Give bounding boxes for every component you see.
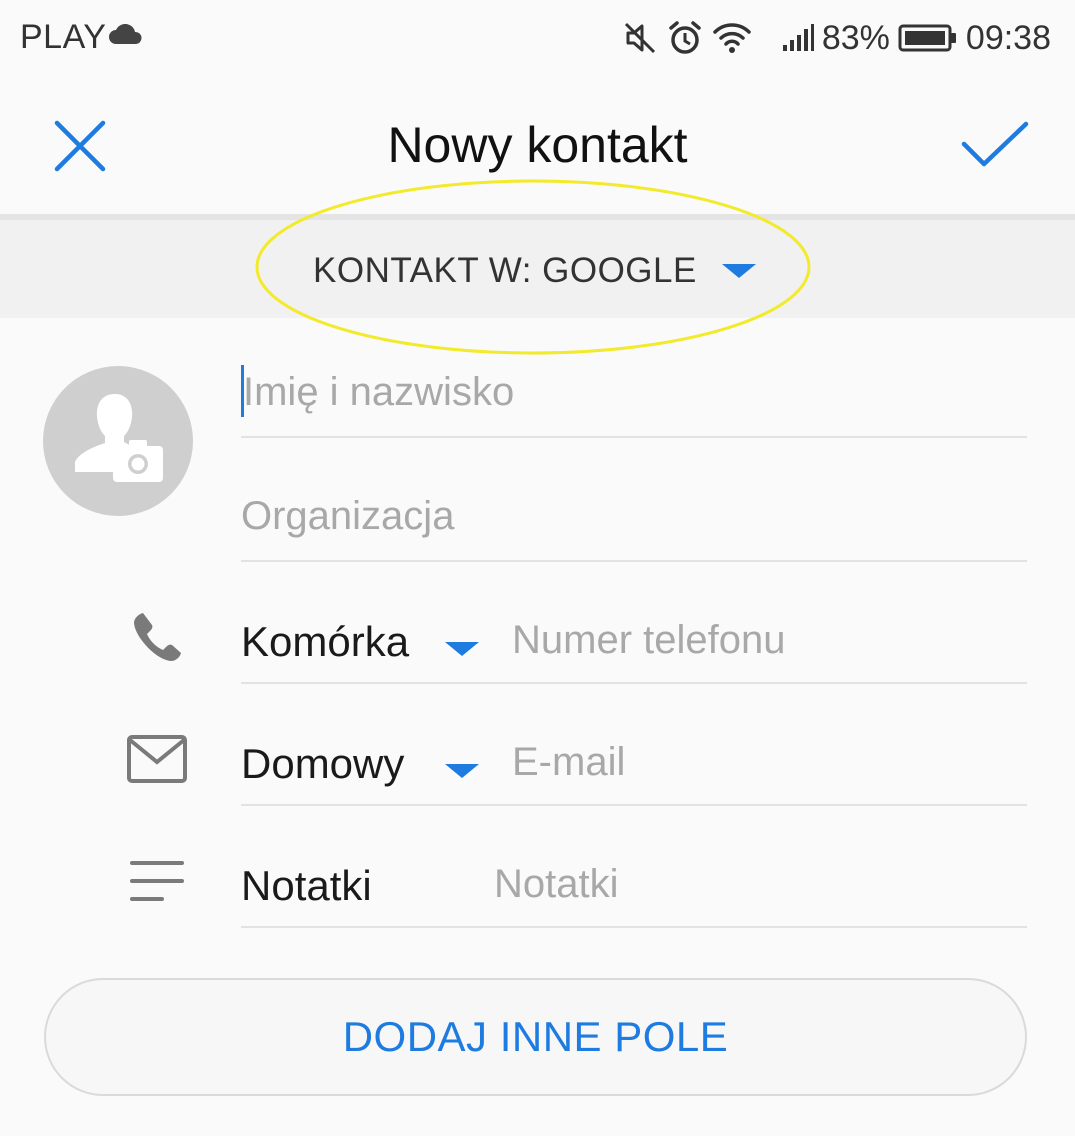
email-row: Domowy (241, 724, 1027, 806)
avatar[interactable] (43, 366, 193, 516)
chevron-down-icon[interactable] (445, 642, 479, 663)
app-bar: Nowy kontakt (0, 78, 1075, 216)
battery-percent: 83% (821, 18, 890, 57)
mute-icon (622, 20, 658, 56)
mail-icon (122, 724, 192, 794)
carrier-name: PLAY (20, 18, 107, 56)
organization-input[interactable] (241, 494, 1027, 539)
organization-field[interactable] (241, 480, 1027, 562)
chevron-down-icon (722, 264, 756, 285)
status-bar: PLAY 83% 09:38 (0, 0, 1075, 78)
phone-type-selector[interactable]: Komórka (241, 618, 409, 666)
notes-label: Notatki (241, 862, 372, 909)
cloud-icon (108, 23, 144, 51)
status-icons: 83% 09:38 (622, 14, 1051, 62)
account-label: KONTAKT W: GOOGLE (313, 251, 697, 290)
add-photo-icon (75, 394, 163, 482)
email-input[interactable] (512, 740, 1012, 785)
name-input[interactable] (241, 370, 1027, 415)
battery-icon (898, 23, 958, 53)
alarm-icon (666, 19, 704, 57)
notes-input[interactable] (494, 862, 994, 907)
clock: 09:38 (965, 18, 1051, 57)
save-button[interactable] (955, 110, 1033, 182)
email-type-selector[interactable]: Domowy (241, 740, 404, 788)
notes-icon (122, 846, 192, 916)
wifi-icon (712, 21, 752, 55)
chevron-down-icon[interactable] (445, 764, 479, 785)
check-icon (961, 121, 1029, 167)
add-field-button[interactable]: DODAJ INNE POLE (44, 978, 1027, 1096)
phone-row: Komórka (241, 602, 1027, 684)
phone-icon (122, 602, 192, 672)
notes-row: Notatki (241, 846, 1027, 928)
phone-input[interactable] (512, 618, 1012, 663)
account-selector[interactable]: KONTAKT W: GOOGLE (0, 220, 1075, 318)
page-title: Nowy kontakt (387, 117, 688, 173)
signal-icon (782, 23, 814, 53)
name-field[interactable] (241, 356, 1027, 438)
